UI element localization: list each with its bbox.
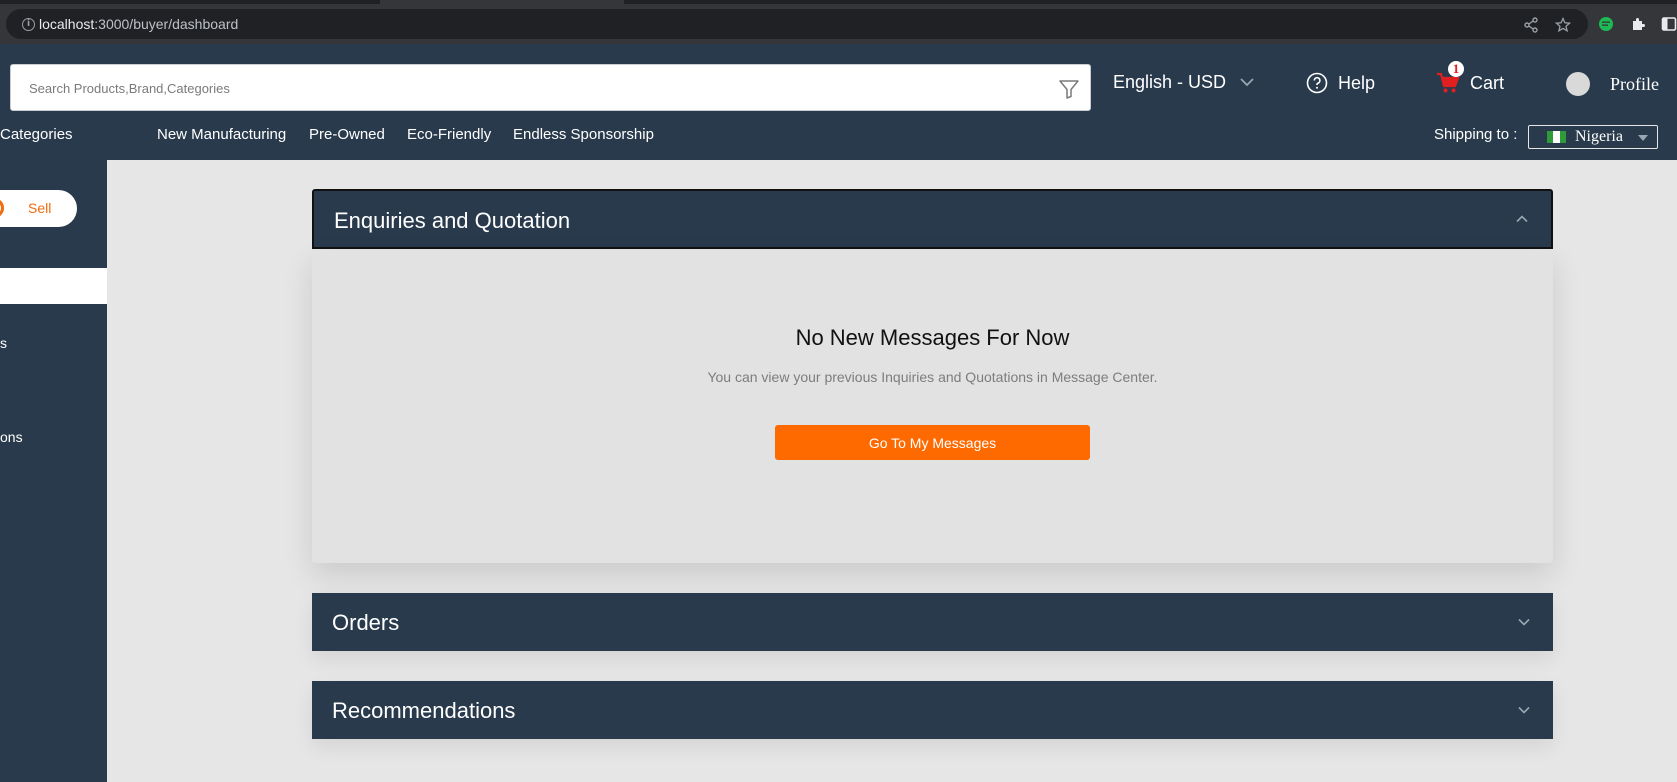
empty-state-title: No New Messages For Now [795,325,1070,350]
share-icon[interactable] [1523,17,1539,33]
side-panel-icon[interactable] [1661,16,1677,32]
search-input[interactable] [29,78,1029,98]
search-bar [10,64,1091,111]
browser-toolbar: i localhost:3000/buyer/dashboard [0,4,1677,44]
chevron-up-icon [1516,215,1528,223]
chevron-down-icon [1240,78,1254,87]
profile-link[interactable]: Profile [1566,72,1659,96]
url-path: :3000/buyer/dashboard [94,16,239,32]
sidebar-item-active[interactable] [0,268,107,304]
nav-item-eco-friendly[interactable]: Eco-Friendly [407,126,491,143]
orders-panel-header[interactable]: Orders [312,593,1553,651]
country-selector[interactable]: Nigeria [1528,125,1658,149]
go-to-messages-button[interactable]: Go To My Messages [775,425,1090,460]
sidebar-item-label[interactable]: s [0,335,7,351]
sidebar: Sell s ons [0,160,107,782]
url-host: localhost [39,16,95,32]
address-bar[interactable]: i localhost:3000/buyer/dashboard [6,9,1588,39]
cart-count-badge: 1 [1448,61,1464,77]
recommendations-panel-header[interactable]: Recommendations [312,681,1553,739]
sell-button[interactable]: Sell [0,190,77,227]
nav-item-pre-owned[interactable]: Pre-Owned [309,126,385,143]
site-info-icon[interactable]: i [22,18,35,31]
nav-categories[interactable]: Categories [0,126,73,143]
help-label: Help [1338,72,1376,93]
nigeria-flag-icon [1547,131,1566,143]
cart-label: Cart [1470,72,1505,93]
nav-item-endless-sponsorship[interactable]: Endless Sponsorship [513,126,654,143]
profile-label: Profile [1610,73,1659,94]
enquiries-title: Enquiries and Quotation [334,208,571,233]
empty-state-subtitle: You can view your previous Inquiries and… [707,369,1158,385]
extensions-puzzle-icon[interactable] [1630,16,1646,32]
cart-icon-wrap: 1 [1436,61,1464,94]
enquiries-panel-header[interactable]: Enquiries and Quotation [312,189,1553,249]
orders-title: Orders [332,610,400,635]
site-header: English - USD Help 1 Cart Profile Catego… [0,44,1677,160]
sidebar-item-label[interactable]: ons [0,429,23,445]
language-label: English - USD [1113,72,1227,92]
enquiries-panel-body: No New Messages For Now You can view you… [312,250,1553,563]
nav-item-new-manufacturing[interactable]: New Manufacturing [157,126,286,143]
recommendations-title: Recommendations [332,698,516,723]
chevron-down-icon [1518,706,1530,714]
language-currency-selector[interactable]: English - USD [1113,72,1254,93]
sell-toggle-icon [0,198,4,218]
bookmark-star-icon[interactable] [1555,17,1571,33]
sell-label: Sell [28,200,52,216]
cart-link[interactable]: 1 Cart [1436,61,1505,94]
avatar [1566,72,1590,96]
chevron-down-icon [1518,618,1530,626]
filter-icon[interactable] [1058,78,1080,100]
extension-chat-icon[interactable] [1598,16,1614,32]
country-label: Nigeria [1575,128,1623,145]
url-text[interactable]: localhost:3000/buyer/dashboard [39,16,238,32]
caret-down-icon [1638,135,1648,141]
help-link[interactable]: Help [1306,72,1375,94]
shipping-label: Shipping to : [1434,126,1518,143]
help-circle-icon [1306,72,1328,94]
